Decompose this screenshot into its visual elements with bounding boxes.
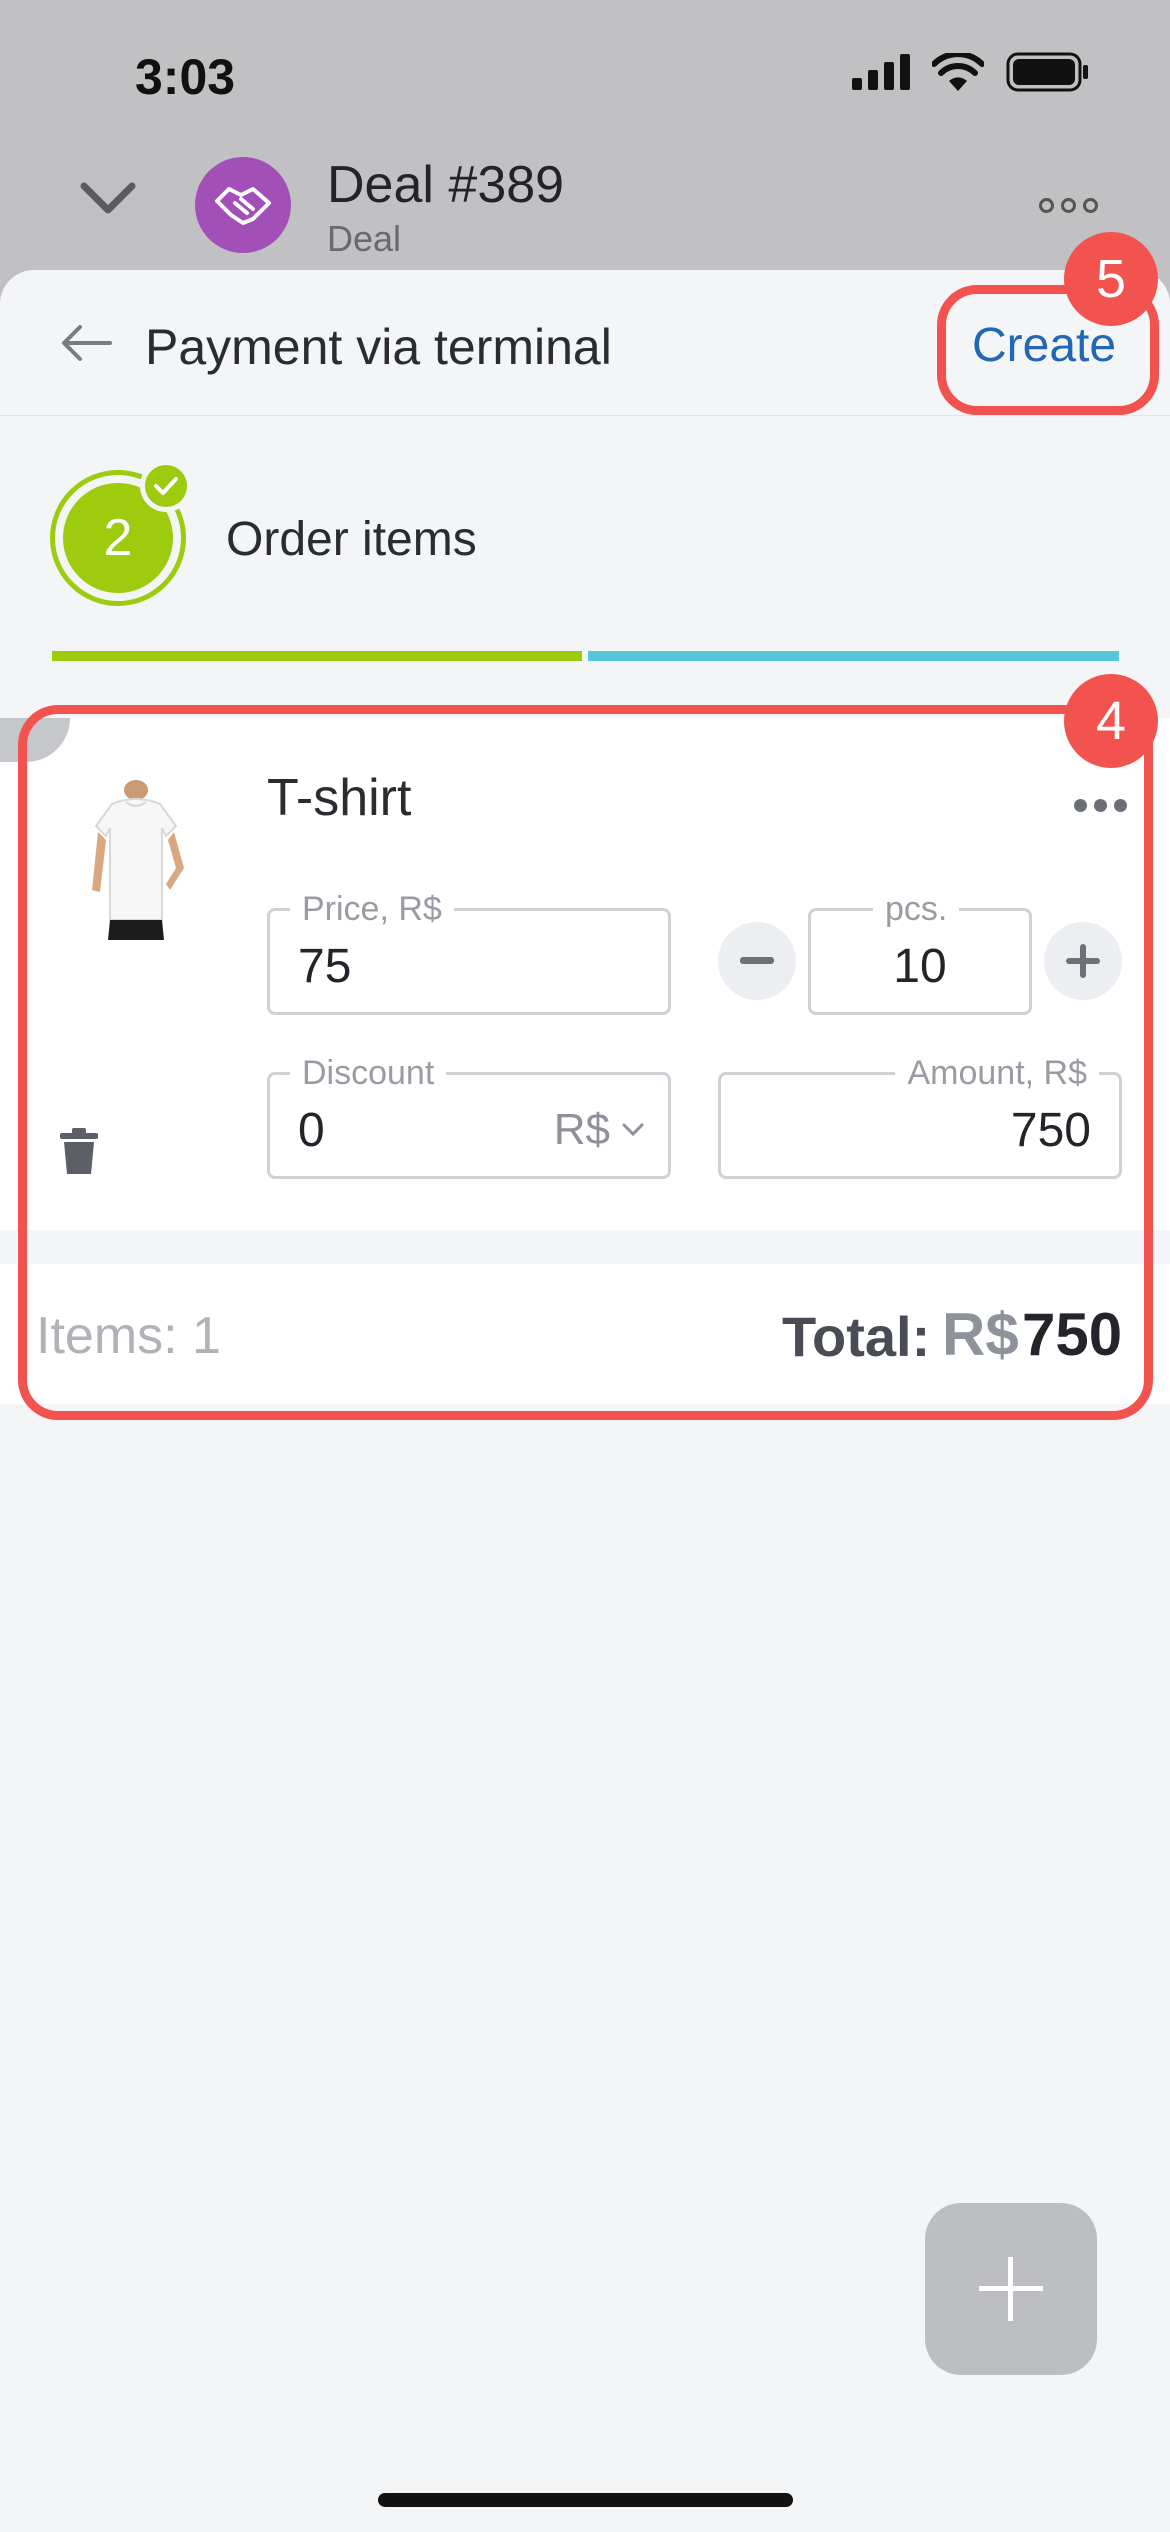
deal-more-icon[interactable] [1039, 198, 1098, 213]
cellular-signal-icon [852, 54, 910, 90]
progress-segment-current [588, 651, 1119, 661]
status-time: 3:03 [135, 49, 236, 105]
deal-avatar [195, 157, 291, 253]
collapse-chevron-icon[interactable] [78, 178, 138, 223]
step-complete-check-icon [140, 460, 192, 512]
status-icons [852, 52, 1090, 92]
wifi-icon [932, 53, 984, 91]
handshake-icon [215, 187, 271, 225]
home-indicator [378, 2493, 793, 2507]
deal-title: Deal #389 [327, 156, 565, 214]
annotation-highlight-items [18, 705, 1153, 1420]
battery-icon [1006, 52, 1088, 92]
step-label: Order items [226, 513, 477, 566]
annotation-badge-5: 5 [1064, 232, 1158, 326]
add-item-button[interactable] [925, 2203, 1097, 2375]
back-arrow-icon[interactable] [58, 323, 114, 368]
annotation-badge-4: 4 [1064, 674, 1158, 768]
progress-segment-completed [52, 651, 582, 661]
deal-subtitle: Deal [327, 218, 402, 259]
page-title: Payment via terminal [145, 319, 612, 375]
plus-icon [979, 2257, 1043, 2321]
